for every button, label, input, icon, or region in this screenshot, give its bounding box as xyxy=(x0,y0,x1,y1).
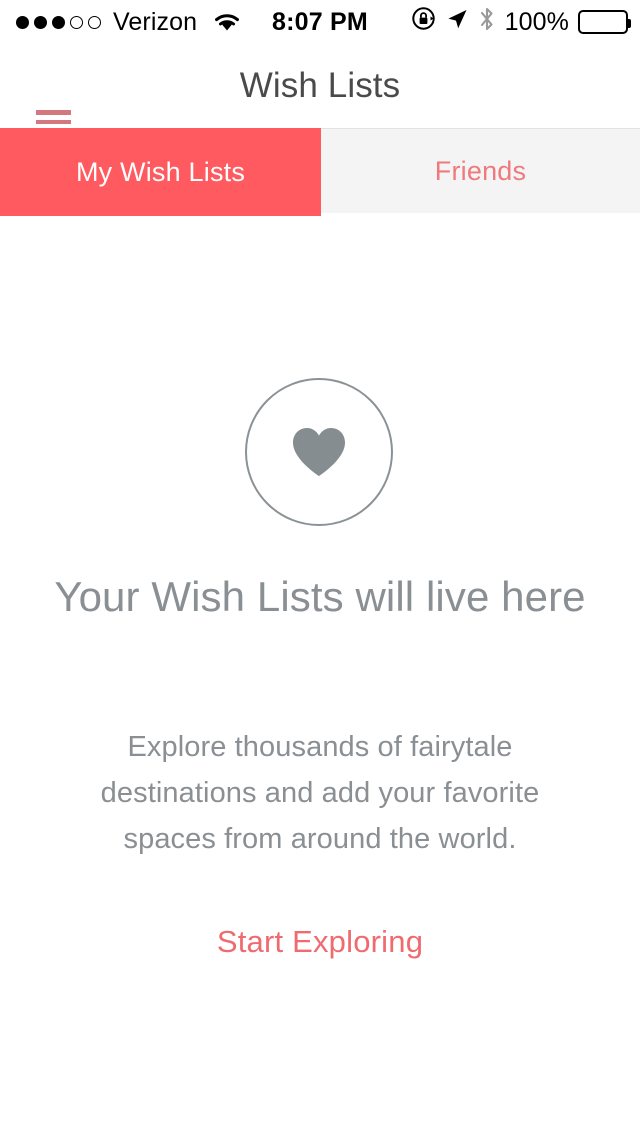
app-root: Verizon 8:07 PM 100% Wish Lists My Wish … xyxy=(0,0,640,1136)
empty-state-body: Explore thousands of fairytale destinati… xyxy=(100,731,540,855)
tab-my-wish-lists[interactable]: My Wish Lists xyxy=(0,128,321,216)
start-exploring-link[interactable]: Start Exploring xyxy=(0,924,640,960)
heart-in-circle-icon xyxy=(245,378,393,526)
status-bar-right: 100% xyxy=(411,6,632,39)
bluetooth-icon xyxy=(478,6,496,39)
location-arrow-icon xyxy=(445,7,469,38)
page-title: Wish Lists xyxy=(239,66,401,105)
status-bar: Verizon 8:07 PM 100% xyxy=(0,0,640,44)
heart-icon xyxy=(293,428,345,476)
battery-percent-label: 100% xyxy=(504,7,569,36)
tab-bar: My Wish Lists Friends xyxy=(0,128,640,216)
tab-friends[interactable]: Friends xyxy=(321,128,640,213)
empty-state: Your Wish Lists will live here Explore t… xyxy=(0,216,640,1136)
navigation-bar: Wish Lists xyxy=(0,44,640,144)
battery-full-icon xyxy=(578,10,632,34)
empty-state-title: Your Wish Lists will live here xyxy=(54,573,586,620)
rotation-lock-icon xyxy=(411,6,436,38)
